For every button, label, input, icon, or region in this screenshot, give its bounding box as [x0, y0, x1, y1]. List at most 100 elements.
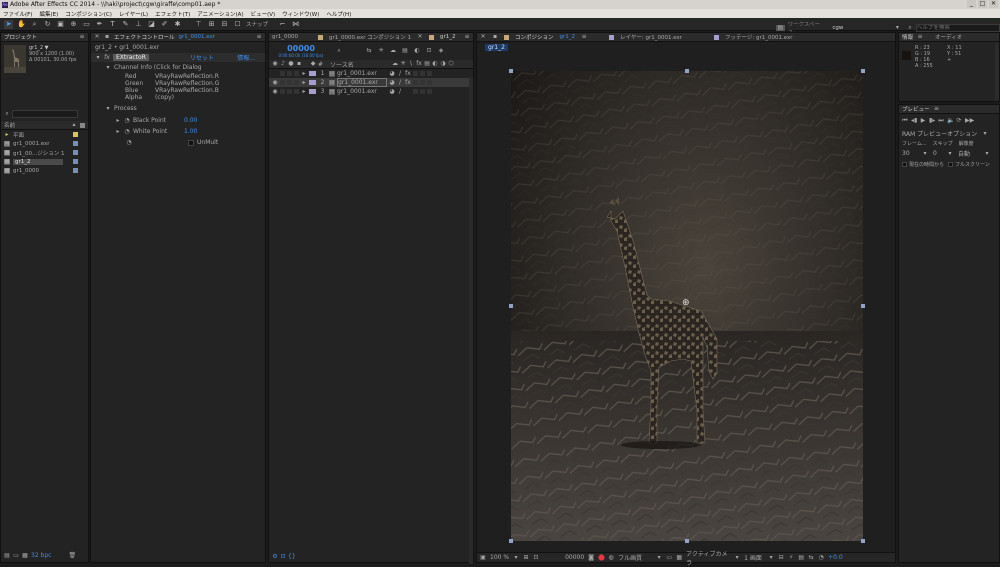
- tab-preview[interactable]: プレビュー: [902, 105, 930, 113]
- lock-toggle[interactable]: [294, 80, 299, 85]
- expand-triangle-icon[interactable]: ▾: [95, 54, 101, 61]
- loop-icon[interactable]: ⟳: [956, 118, 962, 124]
- audio-icon[interactable]: 🔈: [947, 118, 954, 124]
- menu-effect[interactable]: エフェクト(T): [155, 10, 190, 18]
- chevron-down-icon[interactable]: ▾: [922, 150, 928, 157]
- channel-value[interactable]: VRayRawReflection.G: [155, 80, 219, 87]
- expand-triangle-icon[interactable]: ▸: [301, 88, 307, 95]
- camera-tool-icon[interactable]: ▣: [56, 20, 65, 29]
- menu-animation[interactable]: アニメーション(A): [197, 10, 243, 18]
- audio-toggle[interactable]: [280, 71, 285, 76]
- exposure-reset-icon[interactable]: ◔: [818, 554, 824, 561]
- timeline-scrollbar[interactable]: [469, 77, 473, 564]
- chevron-down-icon[interactable]: ▾: [656, 554, 662, 561]
- quality-icon[interactable]: /: [397, 88, 403, 95]
- column-source-name[interactable]: ソース名: [330, 60, 390, 69]
- snap-checkbox[interactable]: ☐: [233, 20, 242, 29]
- transform-handle[interactable]: [509, 304, 513, 308]
- fx-icon[interactable]: fx: [405, 79, 411, 86]
- tab-composition[interactable]: コンポジション: [515, 33, 554, 41]
- transform-handle[interactable]: [509, 539, 513, 543]
- table-row[interactable]: ▸ 1 ▤ gr1_0001.exr ◕ / fx: [269, 69, 473, 78]
- from-current-checkbox[interactable]: [902, 162, 907, 167]
- frame-rate-dropdown[interactable]: 30: [902, 150, 920, 157]
- workspace-dropdown[interactable]: cgw: [832, 25, 891, 31]
- resolution-dropdown[interactable]: フル画質: [618, 553, 652, 562]
- chevron-down-icon[interactable]: ▾: [734, 554, 740, 561]
- frame-blending-icon[interactable]: ▤: [402, 48, 408, 54]
- project-search-input[interactable]: [12, 110, 78, 118]
- view-axis-icon[interactable]: ⊟: [220, 20, 229, 29]
- chevron-down-icon[interactable]: ▾: [947, 150, 953, 157]
- stopwatch-icon[interactable]: ◔: [124, 117, 130, 124]
- info-scrollbar[interactable]: [995, 43, 999, 101]
- unmult-checkbox[interactable]: [188, 139, 194, 146]
- search-icon[interactable]: ⌕: [336, 48, 342, 54]
- resolution-dropdown[interactable]: 自動: [958, 149, 982, 158]
- menu-edit[interactable]: 編集(E): [39, 10, 58, 18]
- list-item[interactable]: ▦ gr1_0000: [1, 166, 88, 175]
- fast-previews-icon[interactable]: ⚡: [788, 554, 794, 561]
- view-layout-dropdown[interactable]: 1 画面: [744, 553, 764, 562]
- tab-info[interactable]: 情報: [902, 33, 913, 41]
- composition-canvas[interactable]: ⊕: [511, 71, 863, 541]
- toggle-switches-icon[interactable]: ⚙: [272, 554, 278, 560]
- layer-label-swatch[interactable]: [309, 80, 316, 85]
- keyframe-icon[interactable]: ◈: [438, 48, 444, 54]
- channel-info-link[interactable]: Channel Info (Click for Dialog: [114, 64, 202, 71]
- chevron-down-icon[interactable]: ▾: [982, 130, 988, 137]
- menu-help[interactable]: ヘルプ(H): [326, 10, 351, 18]
- current-time-button[interactable]: 00000: [565, 554, 584, 561]
- tab-footage[interactable]: フッテージ: gr1_0001.exr: [725, 33, 793, 41]
- frame-blend-switch-icon[interactable]: ▤: [424, 61, 430, 67]
- close-icon[interactable]: ✕: [417, 34, 423, 40]
- fx-icon-empty[interactable]: [405, 89, 411, 95]
- expand-triangle-icon[interactable]: ▸: [115, 128, 121, 135]
- mask-visibility-icon[interactable]: ⊡: [533, 554, 539, 561]
- layer-name[interactable]: gr1_0001.exr: [337, 78, 387, 87]
- play-icon[interactable]: ▶: [920, 118, 926, 124]
- tab-gr1-2[interactable]: gr1_2: [440, 34, 456, 40]
- channel-value[interactable]: VRayRawReflection.B: [155, 87, 219, 94]
- transform-handle[interactable]: [509, 69, 513, 73]
- lock-icon[interactable]: ▪: [492, 34, 498, 40]
- world-axis-icon[interactable]: ⊞: [207, 20, 216, 29]
- close-button[interactable]: ✕: [989, 0, 998, 8]
- 3d-switch-icon[interactable]: ⬡: [448, 61, 454, 67]
- layer-name[interactable]: gr1_0001.exr: [337, 88, 387, 95]
- black-point-value[interactable]: 0.00: [184, 117, 197, 124]
- solo-toggle[interactable]: [287, 89, 292, 94]
- eye-column-icon[interactable]: ◉: [272, 61, 278, 67]
- skip-dropdown[interactable]: 0: [933, 150, 945, 157]
- next-frame-icon[interactable]: ▮▸: [929, 118, 935, 124]
- list-item[interactable]: ▤ gr1_0001.exr: [1, 139, 88, 148]
- chevron-down-icon[interactable]: ▾: [984, 150, 990, 157]
- effect-controls-tab[interactable]: ✕ ▪ エフェクトコントロール gr1_0001.exr ≡: [91, 33, 265, 42]
- eye-icon[interactable]: ◉: [272, 88, 278, 95]
- pixel-aspect-icon[interactable]: ⊟: [778, 554, 784, 561]
- clone-stamp-tool-icon[interactable]: ⊥: [134, 20, 143, 29]
- region-of-interest-icon[interactable]: ▭: [666, 554, 672, 561]
- quality-icon[interactable]: /: [397, 70, 403, 77]
- exposure-value[interactable]: +0.0: [828, 554, 843, 561]
- menu-layer[interactable]: レイヤー(L): [119, 10, 148, 18]
- transparency-grid-icon[interactable]: ▦: [676, 554, 682, 561]
- tab-gr1-0000[interactable]: gr1_0000: [272, 34, 298, 40]
- expand-triangle-icon[interactable]: ▾: [105, 64, 111, 71]
- tab-gr1-0000-exr-comp[interactable]: gr1_0000.exr コンポジション 1: [329, 33, 411, 41]
- menu-view[interactable]: ビュー(V): [251, 10, 276, 18]
- roto-brush-tool-icon[interactable]: ✐: [160, 20, 169, 29]
- menu-window[interactable]: ウィンドウ(W): [282, 10, 319, 18]
- comp-chip[interactable]: gr1_2: [485, 44, 508, 51]
- solo-toggle[interactable]: [287, 80, 292, 85]
- first-frame-icon[interactable]: ⏮: [902, 118, 908, 124]
- lock-column-icon[interactable]: ▪: [296, 61, 302, 67]
- visibility-toggle-empty[interactable]: [272, 71, 278, 77]
- rectangle-tool-icon[interactable]: ▭: [82, 20, 91, 29]
- label-column-icon[interactable]: [80, 122, 85, 128]
- fx-toggle-icon[interactable]: fx: [104, 54, 110, 61]
- local-axis-icon[interactable]: ⊤: [194, 20, 203, 29]
- quality-icon[interactable]: /: [397, 79, 403, 86]
- table-row[interactable]: ◉ ▸ 2 ▤ gr1_0001.exr ◕ / fx: [269, 78, 473, 87]
- color-management-icon[interactable]: ◍: [608, 554, 614, 561]
